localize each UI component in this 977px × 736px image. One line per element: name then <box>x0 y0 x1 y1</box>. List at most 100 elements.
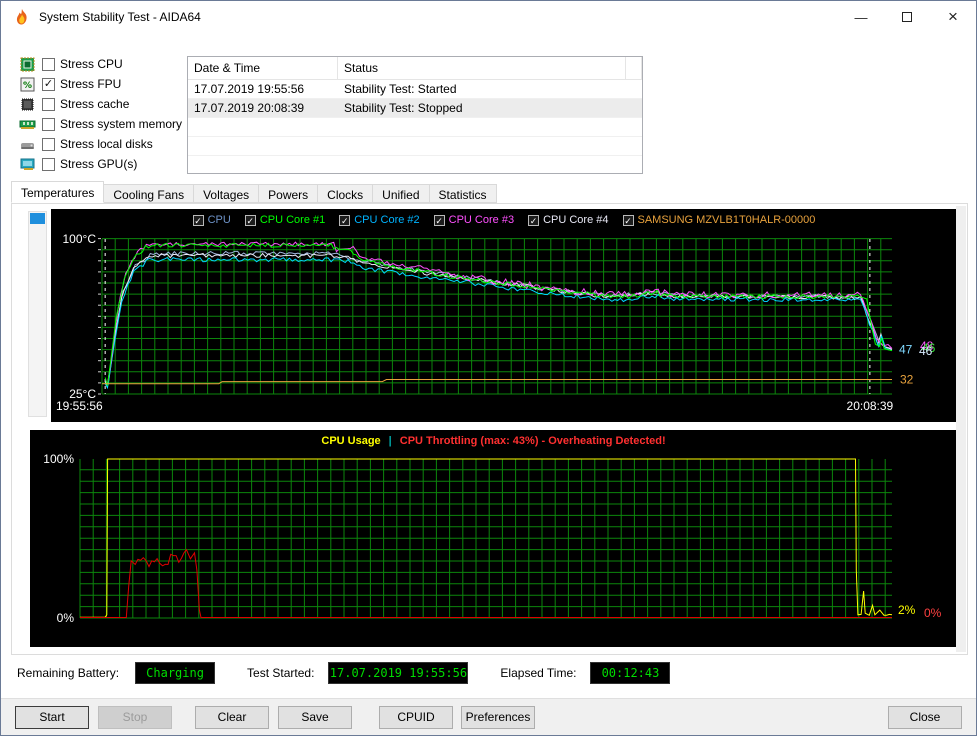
legend-item-cpu-core-3[interactable]: ✓ CPU Core #3 <box>434 214 514 226</box>
log-row-empty <box>188 137 642 156</box>
column-header[interactable] <box>626 57 642 79</box>
legend-checkbox[interactable]: ✓ <box>623 215 634 226</box>
preferences-button[interactable]: Preferences <box>461 706 535 729</box>
cpu-icon <box>19 57 36 72</box>
legend-checkbox[interactable]: ✓ <box>528 215 539 226</box>
chart-title-part: CPU Usage <box>321 435 380 447</box>
svg-text:0%: 0% <box>57 611 75 625</box>
elapsed-time-value: 00:12:43 <box>590 662 670 684</box>
tab-content: ✓CPU✓CPU Core #1✓CPU Core #2✓CPU Core #3… <box>11 203 968 655</box>
stress-checkbox[interactable] <box>42 58 55 71</box>
legend-label: SAMSUNG MZVLB1T0HALR-00000 <box>638 214 816 226</box>
elapsed-time-label: Elapsed Time: <box>500 666 576 680</box>
slider-thumb[interactable] <box>30 213 45 224</box>
legend-checkbox[interactable]: ✓ <box>434 215 445 226</box>
maximize-button[interactable] <box>884 1 930 33</box>
log-datetime: 17.07.2019 19:55:56 <box>188 82 338 96</box>
log-datetime: 17.07.2019 20:08:39 <box>188 101 338 115</box>
event-log-header: Date & TimeStatus <box>188 57 642 80</box>
minimize-icon: — <box>855 10 868 25</box>
chart-scrollbar[interactable] <box>956 206 966 652</box>
save-button[interactable]: Save <box>278 706 352 729</box>
test-started-value: 17.07.2019 19:55:56 <box>328 662 468 684</box>
legend-item-cpu-core-4[interactable]: ✓ CPU Core #4 <box>528 214 608 226</box>
stress-checkbox[interactable] <box>42 118 55 131</box>
temperature-chart-panel: ✓CPU✓CPU Core #1✓CPU Core #2✓CPU Core #3… <box>51 209 957 422</box>
legend-item-samsung-mzvlb1t0halr-00000[interactable]: ✓ SAMSUNG MZVLB1T0HALR-00000 <box>623 214 816 226</box>
stop-button[interactable]: Stop <box>98 706 172 729</box>
legend-item-cpu-core-2[interactable]: ✓CPU Core #2 <box>339 214 419 226</box>
event-log-table[interactable]: Date & TimeStatus 17.07.2019 19:55:56Sta… <box>187 56 643 174</box>
tab-bar: TemperaturesCooling FansVoltagesPowersCl… <box>11 184 497 203</box>
stress-option-label: Stress cache <box>60 97 129 111</box>
clear-button[interactable]: Clear <box>195 706 269 729</box>
legend-item-cpu-core-1[interactable]: ✓ CPU Core #1 <box>245 214 325 226</box>
legend-label: CPU Core #3 <box>449 214 514 226</box>
stress-option-stress-cache: Stress cache <box>19 94 182 114</box>
disk-icon <box>19 137 36 152</box>
svg-text:20:08:39: 20:08:39 <box>847 399 894 413</box>
stress-option-label: Stress system memory <box>60 117 182 131</box>
svg-text:32: 32 <box>900 373 914 387</box>
chart-title-part: CPU Throttling (max: 43%) - Overheating … <box>400 435 666 447</box>
tab-clocks[interactable]: Clocks <box>318 184 373 203</box>
cpu-usage-chart-panel: CPU Usage | CPU Throttling (max: 43%) - Ov… <box>30 430 957 647</box>
maximize-icon <box>902 12 912 22</box>
cpu-usage-chart: 100% 0% 2% 0% <box>30 452 957 649</box>
tab-unified[interactable]: Unified <box>373 184 429 203</box>
window-title: System Stability Test - AIDA64 <box>39 10 201 24</box>
svg-text:0%: 0% <box>924 606 942 620</box>
stress-checkbox[interactable] <box>42 98 55 111</box>
svg-text:47: 47 <box>899 343 913 357</box>
chart-title-part: | <box>389 435 392 447</box>
tab-temperatures[interactable]: Temperatures <box>11 181 104 203</box>
tab-voltages[interactable]: Voltages <box>194 184 259 203</box>
stress-checkbox[interactable]: ✓ <box>42 78 55 91</box>
status-bar: Remaining Battery: Charging Test Started… <box>17 662 670 684</box>
temperature-chart: 100°C25°C19:55:5620:08:394748464632 <box>51 231 957 422</box>
minimize-button[interactable]: — <box>838 1 884 33</box>
flame-icon <box>13 8 31 26</box>
title-bar: System Stability Test - AIDA64 — × <box>1 1 976 33</box>
legend-checkbox[interactable]: ✓ <box>193 215 204 226</box>
stress-option-stress-gpu-s-: Stress GPU(s) <box>19 154 182 174</box>
svg-text:2%: 2% <box>898 603 916 617</box>
close-button[interactable]: × <box>930 1 976 33</box>
legend-checkbox[interactable]: ✓ <box>245 215 256 226</box>
close-icon: × <box>948 12 958 22</box>
column-header[interactable]: Date & Time <box>188 57 338 79</box>
log-status: Stability Test: Started <box>338 82 626 96</box>
log-row-empty <box>188 118 642 137</box>
legend-label: CPU Core #4 <box>543 214 608 226</box>
svg-text:100%: 100% <box>43 452 74 466</box>
tab-cooling-fans[interactable]: Cooling Fans <box>104 184 194 203</box>
close-dialog-button[interactable]: Close <box>888 706 962 729</box>
stress-checkbox[interactable] <box>42 138 55 151</box>
legend-label: CPU <box>208 214 231 226</box>
fpu-icon: % <box>19 77 36 92</box>
svg-text:19:55:56: 19:55:56 <box>56 399 103 413</box>
tab-powers[interactable]: Powers <box>259 184 318 203</box>
stress-option-stress-cpu: Stress CPU <box>19 54 182 74</box>
svg-text:100°C: 100°C <box>63 232 97 246</box>
log-row[interactable]: 17.07.2019 20:08:39Stability Test: Stopp… <box>188 99 642 118</box>
tab-statistics[interactable]: Statistics <box>430 184 497 203</box>
battery-label: Remaining Battery: <box>17 666 119 680</box>
temperature-scale-slider[interactable] <box>28 211 47 417</box>
log-row[interactable]: 17.07.2019 19:55:56Stability Test: Start… <box>188 80 642 99</box>
cache-icon <box>19 97 36 112</box>
temperature-legend: ✓CPU✓CPU Core #1✓CPU Core #2✓CPU Core #3… <box>193 214 816 226</box>
legend-label: CPU Core #1 <box>260 214 325 226</box>
stress-checkbox[interactable] <box>42 158 55 171</box>
start-button[interactable]: Start <box>15 706 89 729</box>
gpu-icon <box>19 157 36 172</box>
svg-text:46: 46 <box>919 344 933 358</box>
stress-option-stress-system-memory: Stress system memory <box>19 114 182 134</box>
battery-value: Charging <box>135 662 215 684</box>
cpuid-button[interactable]: CPUID <box>379 706 453 729</box>
legend-checkbox[interactable]: ✓ <box>339 215 350 226</box>
column-header[interactable]: Status <box>338 57 626 79</box>
stress-option-label: Stress local disks <box>60 137 153 151</box>
legend-item-cpu[interactable]: ✓ CPU <box>193 214 231 226</box>
button-bar: Start Stop Clear Save CPUID Preferences … <box>1 698 976 735</box>
